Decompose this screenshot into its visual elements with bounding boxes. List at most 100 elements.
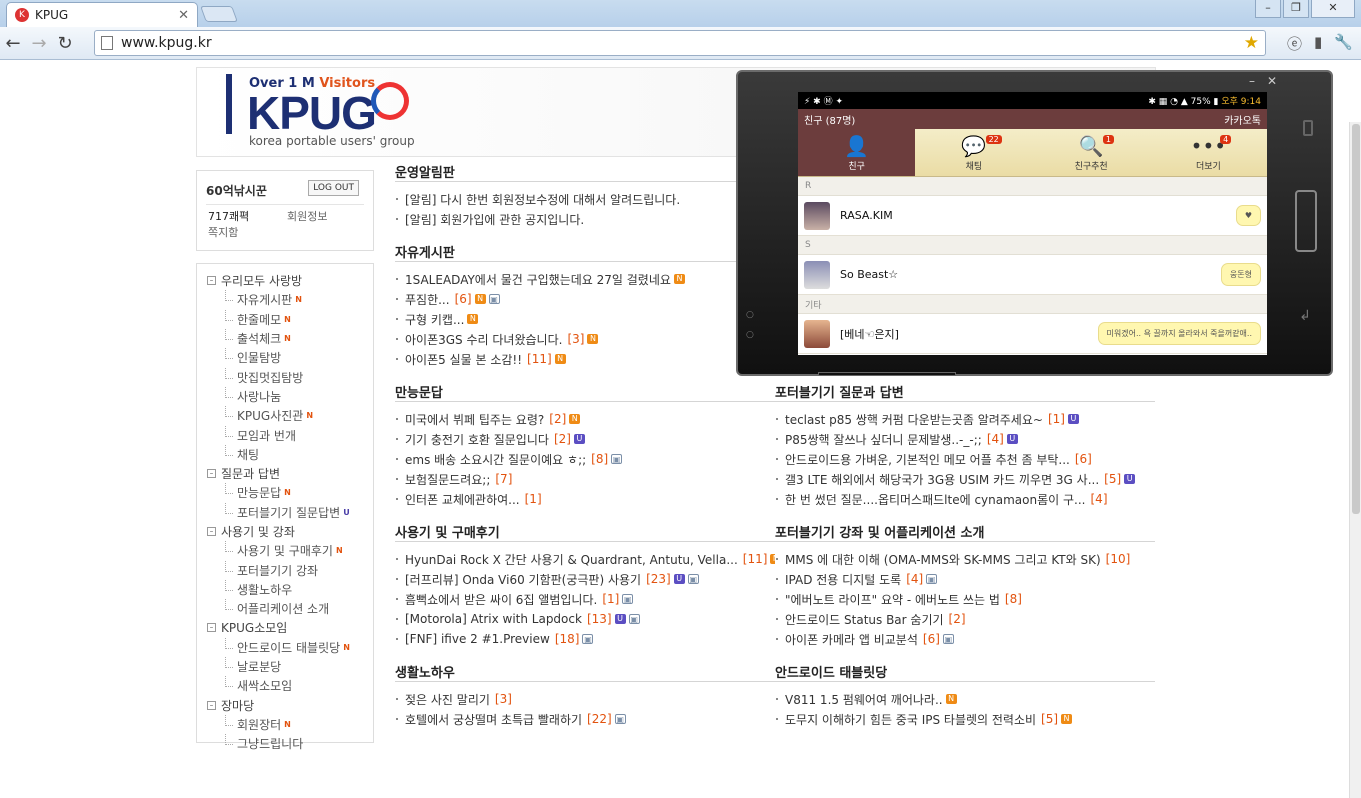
- post-item[interactable]: [알림] 다시 한번 회원정보수정에 대해서 알려드립니다.: [395, 189, 775, 209]
- maximize-icon[interactable]: ❐: [1283, 0, 1309, 18]
- sidebar-item[interactable]: 생활노하우: [197, 579, 373, 599]
- section-title[interactable]: 포터블기기 강좌 및 어플리케이션 소개: [775, 520, 1155, 542]
- post-title[interactable]: IPAD 전용 디지털 도록: [785, 571, 901, 588]
- messages-link[interactable]: 쪽지함: [208, 224, 238, 240]
- sidebar-item[interactable]: 새싹소모임: [197, 676, 373, 695]
- home-button[interactable]: [1295, 190, 1317, 252]
- logout-button[interactable]: LOG OUT: [308, 180, 359, 196]
- section-title[interactable]: 안드로이드 태블릿당: [775, 660, 1155, 682]
- kakao-tab[interactable]: 👤 친구: [798, 129, 916, 176]
- user-points[interactable]: 717쾌펵: [208, 208, 249, 224]
- post-item[interactable]: [알림] 회원가입에 관한 공지입니다.: [395, 209, 775, 229]
- post-item[interactable]: HyunDai Rock X 간단 사용기 & Quardrant, Antut…: [395, 549, 775, 569]
- post-title[interactable]: 보험질문드려요;;: [405, 471, 490, 488]
- sidebar-item[interactable]: 맛집멋집탐방: [197, 367, 373, 386]
- emulator-close-icon[interactable]: ✕: [1267, 74, 1277, 88]
- kakao-tab[interactable]: ••• 4 더보기: [1150, 129, 1267, 176]
- sidebar-item[interactable]: 사랑나눔: [197, 386, 373, 406]
- post-title[interactable]: MMS 에 대한 이해 (OMA-MMS와 SK-MMS 그리고 KT와 SK): [785, 551, 1101, 568]
- friend-row[interactable]: [베네☜은지] 미워겠어.. 욕 끌까지 올라와서 죽을꺼같애..: [798, 314, 1267, 354]
- post-title[interactable]: [러프리뷰] Onda Vi60 기함판(궁극판) 사용기: [405, 571, 641, 588]
- site-logo[interactable]: KPUG: [247, 86, 377, 140]
- sidebar-item[interactable]: 포터블기기 강좌: [197, 560, 373, 579]
- post-item[interactable]: teclast p85 쌍핵 커펌 다운받는곳좀 알려주세요~ [1] U: [775, 409, 1155, 429]
- post-item[interactable]: 흠뻑쇼에서 받은 싸이 6집 앨범입니다. [1] ▣: [395, 589, 775, 609]
- volume-keys[interactable]: ○ ○: [746, 310, 760, 358]
- sidebar-item[interactable]: 채팅: [197, 444, 373, 464]
- post-item[interactable]: 안드로이드용 가벼운, 기본적인 메모 어플 추천 좀 부탁... [6]: [775, 449, 1155, 469]
- sidebar-group[interactable]: – 우리모두 사랑방: [197, 271, 373, 290]
- sidebar-group[interactable]: – KPUG소모임: [197, 618, 373, 637]
- post-item[interactable]: 1SALEADAY에서 물건 구입했는데요 27일 걸렸네요 N: [395, 269, 775, 289]
- sidebar-item[interactable]: 만능문답 N: [197, 483, 373, 502]
- kakao-tab[interactable]: 🔍 1 친구추천: [1033, 129, 1150, 176]
- reload-icon[interactable]: ↻: [52, 33, 78, 54]
- scrollbar-thumb[interactable]: [1352, 124, 1360, 514]
- post-item[interactable]: 푸짐한... [6] N ▣: [395, 289, 775, 309]
- collapse-box-icon[interactable]: –: [207, 276, 216, 286]
- post-title[interactable]: 구형 키캡...: [405, 311, 464, 328]
- sidebar-item[interactable]: 출석체크 N: [197, 329, 373, 348]
- menu-key[interactable]: [818, 372, 956, 376]
- post-item[interactable]: MMS 에 대한 이해 (OMA-MMS와 SK-MMS 그리고 KT와 SK)…: [775, 549, 1155, 569]
- post-item[interactable]: 도무지 이해하기 힘든 중국 IPS 타블렛의 전력소비 [5] N: [775, 709, 1155, 729]
- post-item[interactable]: P85쌍핵 잘쓰나 싶더니 문제발생..-_-;; [4] U: [775, 429, 1155, 449]
- section-title[interactable]: 포터블기기 질문과 답변: [775, 380, 1155, 402]
- post-title[interactable]: [알림] 다시 한번 회원정보수정에 대해서 알려드립니다.: [405, 191, 680, 208]
- sidebar-item[interactable]: KPUG사진관 N: [197, 406, 373, 425]
- post-item[interactable]: [러프리뷰] Onda Vi60 기함판(궁극판) 사용기 [23] U ▣: [395, 569, 775, 589]
- tab-close-icon[interactable]: ✕: [178, 8, 189, 23]
- post-title[interactable]: 미국에서 뷔페 팁주는 요령?: [405, 411, 544, 428]
- sidebar-item[interactable]: 모임과 번개: [197, 425, 373, 444]
- section-title[interactable]: 운영알림판: [395, 160, 775, 182]
- post-item[interactable]: 기기 충전기 호환 질문입니다 [2] U: [395, 429, 775, 449]
- wrench-menu-icon[interactable]: 🔧: [1334, 33, 1353, 54]
- post-title[interactable]: V811 1.5 펌웨어여 깨어나라..: [785, 691, 943, 708]
- post-title[interactable]: 기기 충전기 호환 질문입니다: [405, 431, 549, 448]
- minimize-icon[interactable]: –: [1255, 0, 1281, 18]
- emulator-minimize-icon[interactable]: –: [1249, 74, 1255, 88]
- post-item[interactable]: 아이폰 카메라 앱 비교분석 [6] ▣: [775, 629, 1155, 649]
- post-title[interactable]: 한 번 썼던 질문....옵티머스패드lte에 cynamaon롬이 구...: [785, 491, 1086, 508]
- post-title[interactable]: teclast p85 쌍핵 커펌 다운받는곳좀 알려주세요~: [785, 411, 1043, 428]
- section-title[interactable]: 자유게시판: [395, 240, 775, 262]
- section-title[interactable]: 만능문답: [395, 380, 775, 402]
- section-title[interactable]: 생활노하우: [395, 660, 775, 682]
- forward-arrow-icon[interactable]: →: [26, 33, 52, 54]
- post-title[interactable]: 인터폰 교체에관하여...: [405, 491, 520, 508]
- post-title[interactable]: 호텔에서 궁상떨며 초특급 빨래하기: [405, 711, 582, 728]
- sidebar-item[interactable]: 날로분당: [197, 657, 373, 676]
- address-bar[interactable]: www.kpug.kr ★: [94, 30, 1266, 56]
- friend-row[interactable]: So Beast☆ 웅돈형: [798, 255, 1267, 295]
- back-arrow-icon[interactable]: ←: [0, 33, 26, 54]
- window-close-icon[interactable]: ✕: [1311, 0, 1355, 18]
- post-title[interactable]: 안드로이드 Status Bar 숨기기: [785, 611, 944, 628]
- back-key-icon[interactable]: ↲: [1299, 308, 1311, 324]
- post-title[interactable]: 아이폰 카메라 앱 비교분석: [785, 631, 918, 648]
- sidebar-item[interactable]: 포터블기기 질문답변 U: [197, 502, 373, 522]
- sidebar-item[interactable]: 회원장터 N: [197, 714, 373, 734]
- collapse-box-icon[interactable]: –: [207, 623, 216, 633]
- post-title[interactable]: [Motorola] Atrix with Lapdock: [405, 612, 582, 626]
- sidebar-item[interactable]: 어플리케이션 소개: [197, 599, 373, 618]
- post-title[interactable]: 갤3 LTE 해외에서 해당국가 3G용 USIM 카드 끼우면 3G 사...: [785, 471, 1099, 488]
- post-item[interactable]: 인터폰 교체에관하여... [1]: [395, 489, 775, 509]
- post-title[interactable]: P85쌍핵 잘쓰나 싶더니 문제발생..-_-;;: [785, 431, 982, 448]
- post-item[interactable]: V811 1.5 펌웨어여 깨어나라.. N: [775, 689, 1155, 709]
- post-item[interactable]: 한 번 썼던 질문....옵티머스패드lte에 cynamaon롬이 구... […: [775, 489, 1155, 509]
- post-title[interactable]: ems 배송 소요시간 질문이예요 ㅎ;;: [405, 451, 586, 468]
- browser-tab[interactable]: K KPUG ✕: [6, 2, 198, 27]
- collapse-box-icon[interactable]: –: [207, 527, 216, 536]
- collapse-box-icon[interactable]: –: [207, 700, 216, 710]
- sidebar-group[interactable]: – 장마당: [197, 696, 373, 715]
- page-scrollbar[interactable]: [1349, 122, 1361, 798]
- sidebar-item[interactable]: 사용기 및 구매후기 N: [197, 541, 373, 560]
- post-title[interactable]: [FNF] ifive 2 #1.Preview: [405, 632, 550, 646]
- post-title[interactable]: 아이폰5 실물 본 소감!!: [405, 351, 522, 368]
- post-item[interactable]: 안드로이드 Status Bar 숨기기 [2]: [775, 609, 1155, 629]
- sidebar-item[interactable]: 자유게시판 N: [197, 290, 373, 309]
- post-title[interactable]: 안드로이드용 가벼운, 기본적인 메모 어플 추천 좀 부탁...: [785, 451, 1070, 468]
- sidebar-item[interactable]: 한줄메모 N: [197, 309, 373, 329]
- sidebar-item[interactable]: 인물탐방: [197, 348, 373, 367]
- section-title[interactable]: 사용기 및 구매후기: [395, 520, 775, 542]
